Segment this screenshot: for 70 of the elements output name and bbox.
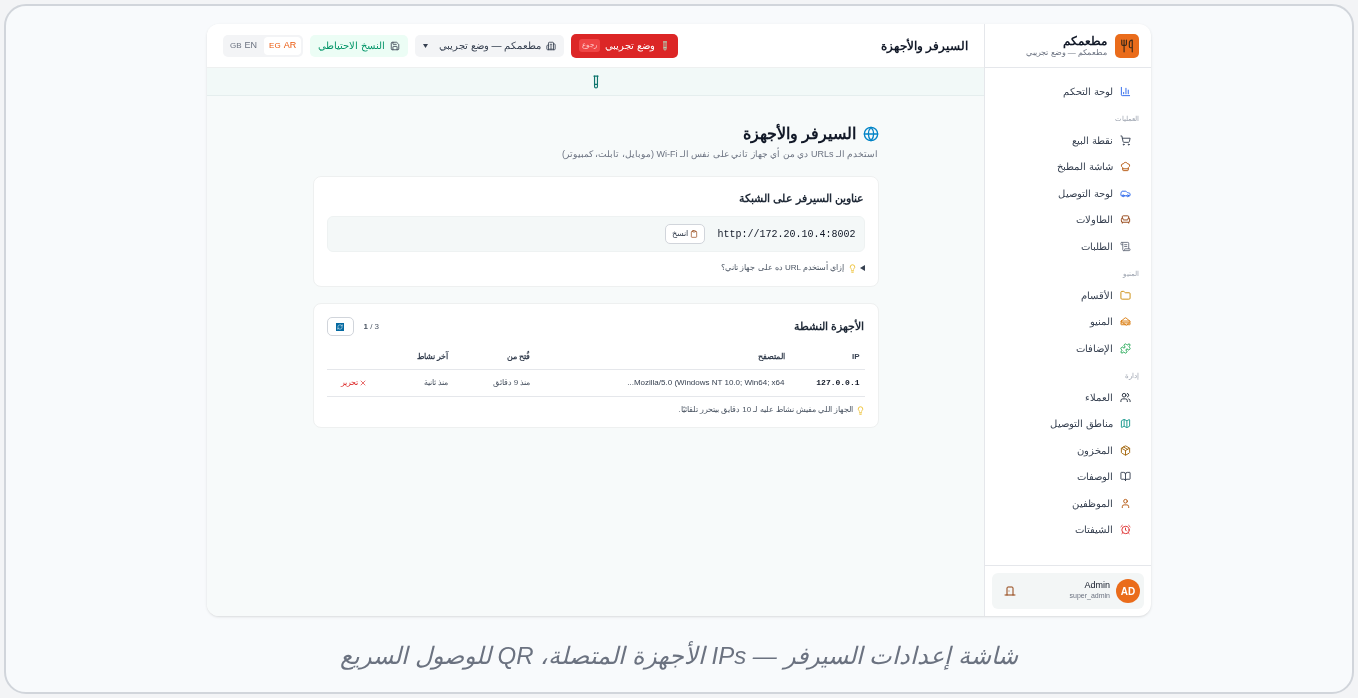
brand-name: مطعمكم [1062,33,1107,48]
logo-icon [1115,33,1139,58]
sidebar-item[interactable]: مناطق التوصيل [997,410,1139,437]
section-title: السيرفر والأجهزة [743,123,857,146]
devices-note: الجهاز اللي مفيش نشاط عليه لـ 10 دقايق بيتحرر تلقائيًا. [678,404,854,416]
page-title: السيرفر والأجهزة [880,37,968,55]
restaurant-select[interactable]: مطعمكم — وضع تجريبي [414,34,565,57]
sidebar-item[interactable]: الأقسام [997,282,1139,309]
sidebar-item[interactable]: نقطة البيع [997,127,1139,154]
sidebar-item[interactable]: الوصفات [997,463,1139,490]
sidebar-item[interactable]: المنيو [997,308,1139,335]
sidebar-item[interactable]: لوحة التحكم [997,78,1139,105]
clipboard-icon [690,230,699,238]
sidebar-item[interactable]: الطلبات [997,233,1139,260]
table-cell: Mozilla/5.0 (Windows NT 10.0; Win64; x64... [530,369,785,397]
bar-chart-icon [1120,85,1131,97]
caret-icon [422,43,428,48]
device-count: 1 / 3 [363,320,380,333]
logout-icon[interactable] [1004,585,1016,597]
user-name: Admin [1084,580,1110,592]
help-toggle[interactable]: إزاي أستخدم URL ده على جهاز تاني؟ [326,262,865,274]
globe-icon [862,126,879,142]
card-title: عناوين السيرفر على الشبكة [738,190,865,206]
chair-icon [1120,214,1131,226]
map-icon [1120,418,1131,430]
close-icon [358,379,367,387]
puzzle-icon [1120,342,1131,354]
sidebar-item[interactable]: شاشة المطبخ [997,153,1139,180]
sidebar-item[interactable]: لوحة التوصيل [997,180,1139,207]
copy-button[interactable]: انسخ [665,224,706,244]
sidebar-item[interactable]: الإضافات [997,335,1139,362]
building-icon [546,40,557,51]
backup-button[interactable]: النسخ الاحتياطي [310,34,408,57]
table-cell: منذ ثانية [366,369,449,397]
language-option[interactable]: EG AR [264,36,302,55]
avatar: AD [1116,579,1140,603]
alarm-clock-icon [1120,524,1131,536]
sidebar-item[interactable]: الشيفتات [997,516,1139,543]
column-header: المتصفح [530,345,785,370]
refresh-button[interactable] [326,317,354,336]
table-cell: 127.0.0.1 [784,369,865,397]
box-icon [1120,444,1131,456]
sidebar-item[interactable]: الطاولات [997,206,1139,233]
book-icon [1120,471,1131,483]
disclosure-icon [859,265,865,271]
chef-hat-icon [1120,161,1131,173]
user-icon [1120,497,1131,509]
flag-code: GB [230,39,242,52]
sidebar-item[interactable]: العملاء [997,384,1139,411]
language-option[interactable]: GB EN [225,36,263,55]
refresh-icon [336,322,344,331]
server-url: http://172.20.10.4:8002 [717,227,856,242]
sidebar-item[interactable]: المخزون [997,437,1139,464]
lightbulb-icon [855,405,865,415]
caption: شاشة إعدادات السيرفر — IPs الأجهزة المتصلة، QR للوصول السريع [340,640,1018,672]
folder-icon [1120,289,1131,301]
scroll-icon [1120,240,1131,252]
table-cell: منذ 9 دقائق [448,369,531,397]
sidebar-item[interactable]: الموظفين [997,490,1139,517]
cart-icon [1120,134,1131,146]
column-header: IP [784,345,865,370]
flag-code: EG [269,39,281,52]
section-subtitle: استخدم الـ URLs دي من أي جهاز تاني على نفس الـ Wi-Fi (موبايل، تابلت، كمبيوتر) [561,148,879,162]
users-icon [1120,391,1131,403]
burger-icon [1120,316,1131,328]
column-header: فُتح من [448,345,531,370]
column-header: آخر نشاط [366,345,449,370]
release-button[interactable]: تحرير [340,377,367,389]
lightbulb-icon [847,263,857,273]
card-title: الأجهزة النشطة [794,318,865,335]
